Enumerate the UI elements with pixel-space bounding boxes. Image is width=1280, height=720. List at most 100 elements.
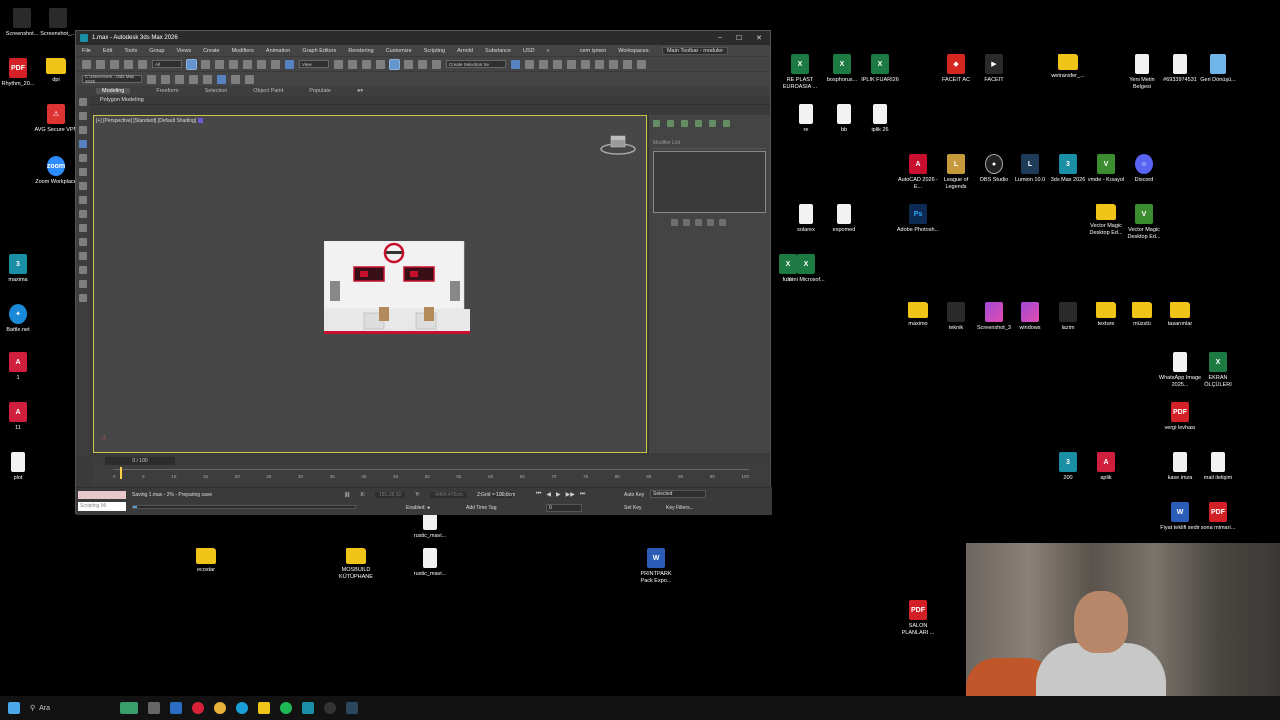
- undo-icon[interactable]: [82, 59, 91, 69]
- remove-modifier-icon[interactable]: [707, 219, 714, 226]
- file-explorer-icon[interactable]: [258, 702, 270, 714]
- spotify-icon[interactable]: [280, 702, 292, 714]
- layers-icon[interactable]: [79, 294, 87, 302]
- maximize-button[interactable]: ☐: [736, 34, 742, 42]
- render-setup-icon[interactable]: [609, 59, 618, 69]
- save-file-icon[interactable]: [161, 74, 170, 84]
- pin-stack-icon[interactable]: [671, 219, 678, 226]
- asset-tracking-icon[interactable]: [203, 74, 212, 84]
- scene-explorer-icon[interactable]: [553, 59, 562, 69]
- menu-views[interactable]: Views: [177, 48, 192, 54]
- scale-icon[interactable]: [271, 59, 280, 69]
- tab-populate[interactable]: Populate: [309, 88, 331, 94]
- desktop-icon-iplik26[interactable]: iplik 26: [858, 104, 902, 134]
- desktop-icon-rexls[interactable]: X RE PLAST EUROASIA ...: [778, 54, 822, 91]
- select-object-icon[interactable]: [186, 58, 197, 70]
- title-bar[interactable]: 1.max - Autodesk 3ds Max 2026 – ☐ ✕: [76, 31, 770, 45]
- desktop-icon-tasarimlar[interactable]: tasarımlar: [1158, 302, 1202, 328]
- curve-editor-icon[interactable]: [567, 59, 576, 69]
- menu-group[interactable]: Group: [149, 48, 164, 54]
- menu-arnold[interactable]: Arnold: [457, 48, 473, 54]
- menu-create[interactable]: Create: [203, 48, 220, 54]
- utilities-icon[interactable]: [79, 168, 87, 176]
- cmd-modify-icon[interactable]: [667, 120, 674, 127]
- y-coordinate-field[interactable]: -5464.476cm: [429, 492, 467, 498]
- move-icon[interactable]: [243, 59, 252, 69]
- taskbar-search[interactable]: ⚲ Ara: [30, 704, 110, 713]
- task-view-icon[interactable]: [148, 702, 160, 714]
- perspective-viewport[interactable]: [+] [Perspective] [Standard] [Default Sh…: [93, 115, 647, 453]
- key-filters-button[interactable]: Key Filters...: [666, 505, 694, 511]
- modify-icon[interactable]: [79, 112, 87, 120]
- desktop-icon-mosbuild[interactable]: MOSBUILD KÜTÜPHANE: [334, 548, 378, 581]
- go-to-end-icon[interactable]: ⏭: [580, 491, 585, 498]
- desktop-icon-avg[interactable]: ⚠ AVG Secure VPN: [34, 104, 78, 134]
- desktop-icon-vm2[interactable]: V Vector Magic Desktop Ed...: [1122, 204, 1166, 241]
- viewcube-icon[interactable]: [600, 134, 636, 156]
- desktop-icon-zoom[interactable]: zoom Zoom Workplace: [34, 156, 78, 186]
- menu-customize[interactable]: Customize: [386, 48, 412, 54]
- desktop-icon-printpark[interactable]: W PRINTPARK Pack Expo...: [634, 548, 678, 585]
- unlink-icon[interactable]: [124, 59, 133, 69]
- menu-tools[interactable]: Tools: [124, 48, 137, 54]
- maxscript-listener-mini[interactable]: [78, 491, 126, 499]
- timeline[interactable]: 0 / 100 0 5 10 15 20 25 30 35 40 45 50 55 60 65 70 75 80…: [93, 457, 769, 485]
- menu-rendering[interactable]: Rendering: [348, 48, 373, 54]
- start-button-icon[interactable]: [8, 702, 20, 714]
- workspaces-select[interactable]: Main Toolbar - moduler: [661, 46, 729, 55]
- percent-snap-icon[interactable]: [404, 59, 413, 69]
- make-unique-icon[interactable]: [695, 219, 702, 226]
- next-frame-icon[interactable]: ▶▶: [566, 491, 575, 498]
- desktop-icon-salon[interactable]: PDF SALON PLANLARI ...: [896, 600, 940, 637]
- place-icon[interactable]: [285, 59, 294, 69]
- menu-modifiers[interactable]: Modifiers: [232, 48, 254, 54]
- desktop-icon-ekran[interactable]: X EKRAN ÖLÇÜLERI: [1196, 352, 1240, 389]
- desktop-icon-battlenet[interactable]: ✦ Battle.net: [0, 304, 40, 334]
- menu-file[interactable]: File: [82, 48, 91, 54]
- desktop-icon-fbx1[interactable]: A1: [0, 352, 40, 382]
- rendered-frame-window-icon[interactable]: [623, 59, 632, 69]
- time-slider[interactable]: 0 / 100: [105, 457, 175, 465]
- spinner-snap-icon[interactable]: [418, 59, 427, 69]
- previous-frame-icon[interactable]: ◀: [546, 491, 551, 498]
- opera-gx-icon[interactable]: [192, 702, 204, 714]
- window-crossing-icon[interactable]: [229, 59, 238, 69]
- desktop-icon-geri[interactable]: Geri Dönüşü...: [1196, 54, 1240, 84]
- menu-substance[interactable]: Substance: [485, 48, 511, 54]
- keyboard-shortcut-icon[interactable]: [362, 59, 371, 69]
- menu-scripting[interactable]: Scripting: [424, 48, 445, 54]
- edge-icon[interactable]: [236, 702, 248, 714]
- add-time-tag[interactable]: Add Time Tag: [466, 505, 496, 511]
- helpers-icon[interactable]: [79, 238, 87, 246]
- project-path-select[interactable]: C:\Users\cem...\3ds Max 2026: [82, 74, 142, 84]
- schematic-view-icon[interactable]: [581, 59, 590, 69]
- tab-selection[interactable]: Selection: [205, 88, 228, 94]
- key-selection-select[interactable]: Selected: [650, 490, 706, 498]
- pivot-center-icon[interactable]: [334, 59, 343, 69]
- desktop-icon-wetransfer[interactable]: wetransfer_...: [1046, 54, 1090, 80]
- desktop-icon-photoshop[interactable]: Ps Adobe Photosh...: [896, 204, 940, 234]
- create-icon[interactable]: [79, 98, 87, 106]
- modifier-list-select[interactable]: Modifier List: [653, 140, 766, 149]
- tab-modeling[interactable]: Modeling: [96, 88, 131, 94]
- viewport-label[interactable]: [+] [Perspective] [Standard] [Default Sh…: [96, 118, 204, 124]
- polygon-modeling-label[interactable]: Polygon Modeling: [100, 97, 144, 103]
- desktop-icon-dpi[interactable]: dpi: [34, 58, 78, 84]
- rotate-icon[interactable]: [257, 59, 266, 69]
- redo-icon[interactable]: [96, 59, 105, 69]
- select-by-name-icon[interactable]: [201, 59, 210, 69]
- exhibition-stand-model[interactable]: [324, 241, 470, 337]
- current-frame-field[interactable]: 0: [546, 504, 582, 512]
- space-warps-icon[interactable]: [79, 252, 87, 260]
- hierarchy-icon[interactable]: [79, 126, 87, 134]
- cameras-icon[interactable]: [79, 224, 87, 232]
- desktop-icon-yeni[interactable]: X Yeni Microsof...: [784, 254, 828, 284]
- ribbon-options-icon[interactable]: ●▾: [357, 88, 363, 94]
- share-view-icon[interactable]: [245, 74, 254, 84]
- desktop-icon-fbx11[interactable]: A 11: [0, 402, 40, 432]
- edit-named-selection-icon[interactable]: [432, 59, 441, 69]
- geometry-icon[interactable]: [79, 182, 87, 190]
- lights-icon[interactable]: [79, 210, 87, 218]
- link-icon[interactable]: [110, 59, 119, 69]
- widgets-icon[interactable]: [120, 702, 138, 714]
